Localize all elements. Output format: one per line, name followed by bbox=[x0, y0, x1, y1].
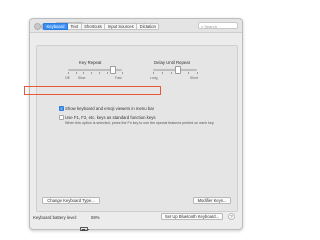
slider-tick bbox=[161, 72, 163, 74]
slider-tick bbox=[68, 72, 69, 74]
fn-keys-note: When this option is selected, press the … bbox=[65, 120, 215, 125]
delay-until-repeat-label: Delay Until Repeat bbox=[154, 60, 190, 65]
fn-keys-label: Use F1, F2, etc. keys as standard functi… bbox=[65, 114, 156, 120]
battery-label: Keyboard battery level: bbox=[33, 215, 77, 220]
battery-icon bbox=[80, 227, 89, 231]
delay-min-label: Long bbox=[150, 76, 158, 80]
highlight-box bbox=[24, 86, 161, 95]
setup-bluetooth-keyboard-button[interactable]: Set Up Bluetooth Keyboard... bbox=[161, 213, 223, 220]
tab-dictation[interactable]: Dictation bbox=[137, 23, 160, 30]
slider-tick bbox=[188, 72, 189, 74]
change-keyboard-type-button[interactable]: Change Keyboard Type... bbox=[42, 197, 100, 204]
slider-tick bbox=[122, 72, 123, 74]
key-repeat-slow-label: Slow bbox=[78, 76, 86, 80]
slider-tick bbox=[197, 72, 198, 74]
slider-tick bbox=[170, 72, 172, 74]
tab-input-sources[interactable]: Input Sources bbox=[105, 23, 138, 30]
slider-tick bbox=[83, 72, 85, 74]
tab-keyboard[interactable]: Keyboard bbox=[43, 23, 68, 30]
keyboard-settings-panel: Key Repeat Off Slow Fast Delay Until Rep… bbox=[36, 45, 238, 212]
delay-until-repeat-slider-thumb[interactable] bbox=[175, 66, 182, 74]
fn-keys-checkbox[interactable] bbox=[59, 115, 64, 120]
battery-fill bbox=[81, 228, 86, 231]
tab-shortcuts[interactable]: Shortcuts bbox=[81, 23, 106, 30]
help-button[interactable]: ? bbox=[228, 213, 235, 220]
preference-tabs: Keyboard Text Shortcuts Input Sources Dictat… bbox=[43, 23, 160, 30]
key-repeat-label: Key Repeat bbox=[79, 60, 102, 65]
key-repeat-max-label: Fast bbox=[115, 76, 122, 80]
slider-tick bbox=[91, 72, 92, 74]
battery-percent: 59% bbox=[91, 215, 100, 220]
slider-tick bbox=[153, 72, 154, 74]
slider-tick bbox=[98, 72, 100, 74]
slider-tick bbox=[75, 72, 77, 74]
search-placeholder: Search bbox=[204, 23, 217, 29]
show-viewers-checkbox[interactable]: ✓ bbox=[59, 106, 64, 111]
key-repeat-slider-thumb[interactable] bbox=[110, 66, 117, 74]
preferences-window: ‹ › Keyboard ⌕Search Key Repeat Off Slow… bbox=[29, 18, 243, 230]
delay-max-label: Short bbox=[190, 76, 199, 80]
search-field[interactable]: ⌕Search bbox=[198, 21, 238, 29]
show-viewers-label: Show keyboard and emoji viewers in menu … bbox=[65, 105, 155, 111]
modifier-keys-button[interactable]: Modifier Keys... bbox=[193, 197, 231, 204]
search-icon: ⌕ bbox=[201, 23, 204, 29]
tab-text[interactable]: Text bbox=[67, 23, 82, 30]
slider-tick bbox=[106, 72, 108, 74]
key-repeat-min-label: Off bbox=[65, 76, 70, 80]
